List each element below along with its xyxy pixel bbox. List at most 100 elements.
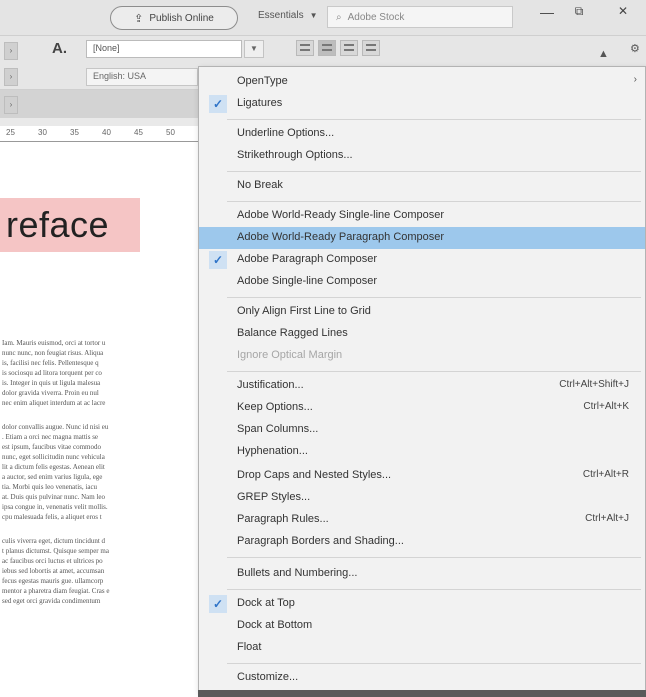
menu-item-balance-ragged-lines[interactable]: Balance Ragged Lines — [199, 323, 645, 345]
headline-text[interactable]: reface — [6, 204, 109, 246]
body-text-line: a auctor, sed enim varius ligula, ege — [2, 473, 103, 481]
menu-item-justification[interactable]: Justification... Ctrl+Alt+Shift+J — [199, 375, 645, 397]
body-text-line: . Etiam a orci nec magna mattis se — [2, 433, 99, 441]
chevron-right-icon: › — [633, 74, 637, 85]
search-placeholder: Adobe Stock — [347, 11, 405, 23]
panel-toggle-button[interactable]: › — [4, 68, 18, 86]
menu-separator — [227, 663, 641, 664]
body-text-line: nunc nunc, non feugiat risus. Aliqua — [2, 349, 104, 357]
menu-item-world-ready-paragraph[interactable]: Adobe World-Ready Paragraph Composer — [199, 227, 645, 249]
body-text-line: iebus sed lobortis at amet, accumsan — [2, 567, 105, 575]
minimize-window-button[interactable]: — — [534, 4, 560, 26]
menu-item-align-first-line[interactable]: Only Align First Line to Grid — [199, 301, 645, 323]
search-icon: ⌕ — [336, 11, 342, 23]
shortcut-text: Ctrl+Alt+R — [582, 469, 629, 480]
panel-toggle-button[interactable]: › — [4, 96, 18, 114]
application-bar: ⇪ Publish Online Essentials ▼ ⌕ Adobe Sto… — [0, 0, 646, 36]
checkmark-icon: ✓ — [209, 95, 227, 113]
menu-item-hyphenation[interactable]: Hyphenation... — [199, 441, 645, 463]
body-text-line: cpu malesuada felis, a aliquet eros t — [2, 513, 102, 521]
body-text-line: is, facilisi nec felis. Pellentesque q — [2, 359, 99, 367]
menu-item-keep-options[interactable]: Keep Options... Ctrl+Alt+K — [199, 397, 645, 419]
body-text-line: ipsa congue in, venenatis velit mollis. — [2, 503, 108, 511]
menu-separator — [227, 297, 641, 298]
chevron-down-icon: ▼ — [309, 11, 318, 20]
body-text-line: culis viverra eget, dictum tincidunt d — [2, 537, 106, 545]
menu-item-single-line-composer[interactable]: Adobe Single-line Composer — [199, 271, 645, 293]
menu-item-underline-options[interactable]: Underline Options... — [199, 123, 645, 145]
publish-icon: ⇪ — [134, 12, 144, 25]
ruler-tick: 30 — [38, 128, 47, 137]
menu-item-ligatures[interactable]: ✓ Ligatures — [199, 93, 645, 115]
body-text-line: tia. Morbi quis leo venenatis, iacu — [2, 483, 98, 491]
justify-button[interactable] — [362, 40, 380, 56]
ruler-tick: 35 — [70, 128, 79, 137]
menu-separator — [227, 589, 641, 590]
horizontal-ruler: 25 30 35 40 45 50 — [0, 126, 200, 142]
menu-item-dock-at-bottom[interactable]: Dock at Bottom — [199, 615, 645, 637]
body-text-line: mentor a pharetra diam feugiat. Cras e — [2, 587, 110, 595]
menu-item-ignore-optical-margin: Ignore Optical Margin — [237, 349, 343, 361]
menu-item-drop-caps[interactable]: Drop Caps and Nested Styles... Ctrl+Alt+… — [199, 465, 645, 487]
close-window-button[interactable]: ✕ — [610, 4, 636, 26]
shortcut-text: Ctrl+Alt+K — [583, 401, 629, 412]
menu-item-paragraph-rules[interactable]: Paragraph Rules... Ctrl+Alt+J — [199, 509, 645, 531]
body-text-line: fecus egestas mauris gue. ullamcorp — [2, 577, 104, 585]
menu-separator — [227, 557, 641, 558]
panel-toggle-button[interactable]: › — [4, 42, 18, 60]
body-text-line: is sociosqu ad litora torquent per co — [2, 369, 102, 377]
body-text-line: est ipsum, faucibus vitae commodo — [2, 443, 101, 451]
body-text-line: t planus dictumst. Quisque semper ma — [2, 547, 109, 555]
menu-item-world-ready-single-line[interactable]: Adobe World-Ready Single-line Composer — [199, 205, 645, 227]
adobe-stock-search-field[interactable]: ⌕ Adobe Stock — [327, 6, 513, 28]
menu-item-no-break[interactable]: No Break — [199, 175, 645, 197]
ruler-tick: 25 — [6, 128, 15, 137]
shortcut-text: Ctrl+Alt+Shift+J — [559, 379, 629, 390]
menu-separator — [227, 371, 641, 372]
gear-icon[interactable]: ⚙ — [630, 42, 640, 55]
publish-online-button[interactable]: ⇪ Publish Online — [110, 6, 238, 30]
checkmark-icon: ✓ — [209, 595, 227, 613]
paragraph-panel-menu: OpenType › ✓ Ligatures Underline Options… — [198, 66, 646, 692]
status-bar-strip — [198, 690, 646, 697]
body-text-line: sed eget orci gravida condimentum — [2, 597, 101, 605]
menu-item-float[interactable]: Float — [199, 637, 645, 659]
menu-separator — [227, 171, 641, 172]
body-text-line: Iam. Mauris euismod, orci at tortor u — [2, 339, 106, 347]
triangle-icon[interactable]: ▲ — [598, 48, 609, 60]
menu-item-strikethrough-options[interactable]: Strikethrough Options... — [199, 145, 645, 167]
align-left-button[interactable] — [296, 40, 314, 56]
restore-window-button[interactable]: ⧉ — [566, 4, 592, 26]
body-text-line: ac faucibus orci luctus et ultrices po — [2, 557, 103, 565]
body-text-line: nunc, eget sollicitudin nunc vehicula — [2, 453, 105, 461]
shortcut-text: Ctrl+Alt+J — [585, 513, 629, 524]
checkmark-icon: ✓ — [209, 251, 227, 269]
body-text-line: dolor gravida viverra. Proin eu nul — [2, 389, 99, 397]
chevron-down-icon[interactable]: ▼ — [244, 40, 264, 58]
character-style-field[interactable]: [None] — [86, 40, 242, 58]
menu-item-dock-at-top[interactable]: ✓ Dock at Top — [199, 593, 645, 615]
body-text-line: at. Duis quis pulvinar nunc. Nam leo — [2, 493, 106, 501]
body-text-line: lit a dictum felis egestas. Aenean elit — [2, 463, 105, 471]
body-text-line: dolor convallis augue. Nunc id nisi eu — [2, 423, 109, 431]
menu-separator — [227, 119, 641, 120]
menu-item-grep-styles[interactable]: GREP Styles... — [199, 487, 645, 509]
body-text-line: nec enim aliquet interdum at ac lacre — [2, 399, 106, 407]
workspace-switcher[interactable]: Essentials ▼ — [258, 10, 318, 21]
menu-item-customize[interactable]: Customize... — [199, 667, 645, 689]
publish-online-label: Publish Online — [149, 12, 214, 24]
menu-item-paragraph-composer[interactable]: ✓ Adobe Paragraph Composer — [199, 249, 645, 271]
character-style-icon: A. — [52, 40, 67, 57]
menu-item-bullets-numbering[interactable]: Bullets and Numbering... — [199, 563, 645, 585]
menu-item-opentype[interactable]: OpenType › — [199, 71, 645, 93]
body-text-line: is. Integer in quis ut ligula malesua — [2, 379, 101, 387]
workspace-label: Essentials — [258, 10, 304, 21]
language-field[interactable]: English: USA — [86, 68, 198, 86]
ruler-tick: 50 — [166, 128, 175, 137]
menu-item-paragraph-borders[interactable]: Paragraph Borders and Shading... — [199, 531, 645, 553]
menu-item-span-columns[interactable]: Span Columns... — [199, 419, 645, 441]
ruler-tick: 40 — [102, 128, 111, 137]
align-right-button[interactable] — [340, 40, 358, 56]
align-center-button[interactable] — [318, 40, 336, 56]
ruler-tick: 45 — [134, 128, 143, 137]
